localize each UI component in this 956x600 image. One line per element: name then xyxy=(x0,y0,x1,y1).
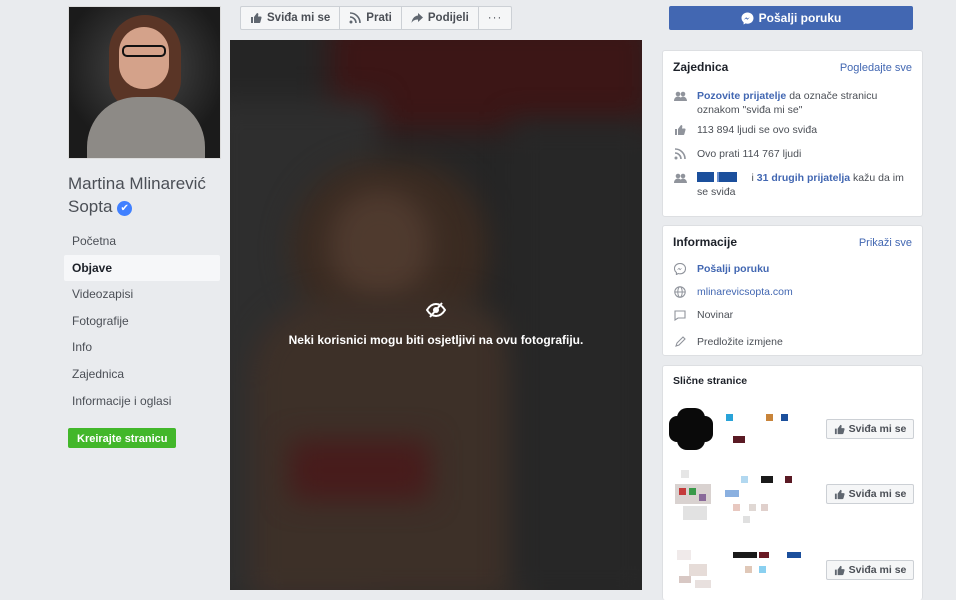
page-name-text[interactable]: Martina Mlinarević Sopta xyxy=(68,174,206,216)
similar-page-item: Sviđa mi se xyxy=(663,538,924,600)
verified-badge-icon: ✔ xyxy=(117,201,133,216)
thumbs-up-icon xyxy=(834,565,845,575)
similar-page-thumbnail[interactable] xyxy=(669,546,719,596)
suggest-edits-row[interactable]: Predložite izmjene xyxy=(673,335,783,349)
follow-button[interactable]: Prati xyxy=(340,7,402,29)
suggest-edits-text[interactable]: Predložite izmjene xyxy=(697,335,783,349)
similar-page-thumbnail[interactable] xyxy=(669,470,719,520)
similar-like-button[interactable]: Sviđa mi se xyxy=(826,560,914,580)
redacted-name xyxy=(733,552,757,558)
nav-item-info-ads[interactable]: Informacije i oglasi xyxy=(64,388,220,415)
tag-icon xyxy=(673,308,687,322)
community-title: Zajednica xyxy=(673,60,729,74)
nav-item-community[interactable]: Zajednica xyxy=(64,361,220,388)
redacted-name xyxy=(761,504,768,511)
info-send-message-row[interactable]: Pošalji poruku xyxy=(673,262,769,276)
similar-like-label: Sviđa mi se xyxy=(848,488,907,500)
redacted-name xyxy=(766,414,773,421)
like-page-button[interactable]: Sviđa mi se xyxy=(241,7,341,29)
messenger-icon xyxy=(741,12,754,24)
redacted-name xyxy=(781,414,788,421)
likes-count-row: 113 894 ljudi se ovo sviđa xyxy=(673,123,817,137)
more-options-button[interactable]: ··· xyxy=(479,7,512,29)
similar-page-item: Sviđa mi se xyxy=(663,462,924,526)
sensitive-warning-text: Neki korisnici mogu biti osjetljivi na o… xyxy=(288,333,584,347)
other-friends-link[interactable]: 31 drugih prijatelja xyxy=(757,172,850,184)
likes-count-text: 113 894 ljudi se ovo sviđa xyxy=(697,124,818,136)
similar-pages-card: Slične stranice Sviđa mi se Sviđa mi se … xyxy=(662,365,923,600)
messenger-icon xyxy=(673,262,687,276)
website-row[interactable]: mlinarevicsopta.com xyxy=(673,285,793,299)
nav-item-home[interactable]: Početna xyxy=(64,228,220,255)
thumbs-up-icon xyxy=(251,13,262,23)
invite-friends-link[interactable]: Pozovite prijatelje xyxy=(697,90,786,102)
redacted-name xyxy=(718,172,737,182)
share-button[interactable]: Podijeli xyxy=(402,7,479,29)
follows-count-row: Ovo prati 114 767 ljudi xyxy=(673,147,801,161)
rss-icon xyxy=(349,12,362,24)
nav-item-photos[interactable]: Fotografije xyxy=(64,308,220,335)
similar-like-button[interactable]: Sviđa mi se xyxy=(826,484,914,504)
page-nav: Početna Objave Videozapisi Fotografije I… xyxy=(64,228,220,414)
redacted-name xyxy=(759,552,769,558)
globe-icon xyxy=(673,285,687,299)
website-link[interactable]: mlinarevicsopta.com xyxy=(697,285,793,299)
category-row: Novinar xyxy=(673,308,733,322)
redacted-name xyxy=(761,476,773,483)
see-all-link[interactable]: Pogledajte sve xyxy=(840,62,912,74)
nav-item-info[interactable]: Info xyxy=(64,334,220,361)
sensitive-photo[interactable]: Neki korisnici mogu biti osjetljivi na o… xyxy=(230,40,642,590)
redacted-name xyxy=(787,552,801,558)
redacted-name xyxy=(749,504,756,511)
similar-like-label: Sviđa mi se xyxy=(848,423,907,435)
redacted-name xyxy=(743,516,750,523)
similar-like-label: Sviđa mi se xyxy=(848,564,907,576)
invite-friends-row: Pozovite prijatelje da označe stranicu o… xyxy=(673,89,913,117)
friends-icon xyxy=(673,89,687,103)
eye-slash-icon xyxy=(426,302,446,318)
send-message-button[interactable]: Pošalji poruku xyxy=(669,6,913,30)
redacted-name xyxy=(726,414,733,421)
rss-icon xyxy=(673,147,687,161)
share-arrow-icon xyxy=(411,13,423,23)
similar-like-button[interactable]: Sviđa mi se xyxy=(826,419,914,439)
page-name[interactable]: Martina Mlinarević Sopta ✔ xyxy=(68,172,228,218)
category-text[interactable]: Novinar xyxy=(697,308,733,322)
show-all-link[interactable]: Prikaži sve xyxy=(859,237,912,249)
community-card: Zajednica Pogledajte sve Pozovite prijat… xyxy=(662,50,923,217)
similar-page-item: Sviđa mi se xyxy=(663,396,924,460)
similar-page-thumbnail[interactable] xyxy=(669,408,719,458)
thumbs-up-icon xyxy=(834,424,845,434)
redacted-name xyxy=(725,490,739,497)
redacted-name xyxy=(741,476,748,483)
info-card: Informacije Prikaži sve Pošalji poruku m… xyxy=(662,225,923,356)
redacted-name xyxy=(733,504,740,511)
share-label: Podijeli xyxy=(427,12,469,24)
similar-pages-title: Slične stranice xyxy=(673,375,748,387)
page-action-bar: Sviđa mi se Prati Podijeli ··· xyxy=(240,6,513,30)
nav-item-posts[interactable]: Objave xyxy=(64,254,220,282)
redacted-name xyxy=(759,566,766,573)
friends-like-row: i 31 drugih prijatelja kažu da im se svi… xyxy=(673,171,913,199)
redacted-name xyxy=(733,436,745,443)
profile-picture[interactable] xyxy=(68,6,221,159)
nav-item-videos[interactable]: Videozapisi xyxy=(64,281,220,308)
friends-icon xyxy=(673,171,687,185)
pencil-icon xyxy=(673,335,687,349)
like-page-label: Sviđa mi se xyxy=(267,12,331,24)
send-message-label: Pošalji poruku xyxy=(758,11,842,25)
follow-label: Prati xyxy=(366,12,392,24)
follows-count-text: Ovo prati 114 767 ljudi xyxy=(697,148,802,160)
thumbs-up-icon xyxy=(834,489,845,499)
info-title: Informacije xyxy=(673,235,738,249)
redacted-name xyxy=(785,476,792,483)
create-page-button[interactable]: Kreirajte stranicu xyxy=(68,428,177,448)
info-send-message-link[interactable]: Pošalji poruku xyxy=(697,262,769,276)
redacted-name xyxy=(745,566,752,573)
redacted-name xyxy=(697,172,714,182)
thumbs-up-icon xyxy=(673,123,687,137)
